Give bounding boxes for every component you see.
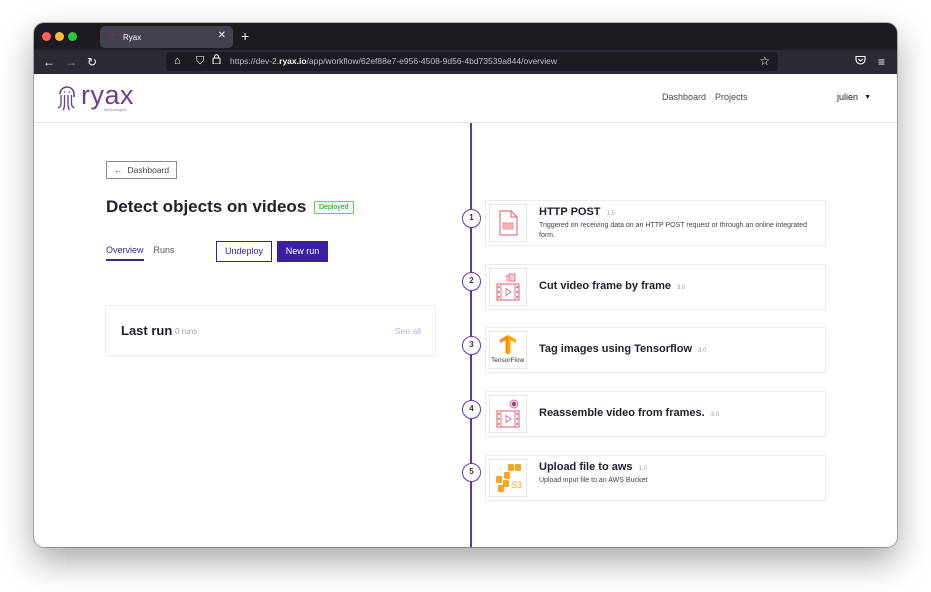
close-window-button[interactable] bbox=[42, 32, 51, 41]
shield-icon[interactable]: ⛉ bbox=[196, 53, 204, 70]
url-prefix: https://dev-2. bbox=[230, 56, 280, 66]
caret-down-icon: ▼ bbox=[864, 93, 871, 101]
url-path: /app/workflow/62ef88e7-e956-4508-9d56-4b… bbox=[306, 56, 558, 66]
reload-icon[interactable]: ↻ bbox=[87, 53, 97, 71]
minimize-window-button[interactable] bbox=[55, 32, 64, 41]
app-header: ryax technologies Dashboard Projects jul… bbox=[34, 74, 897, 123]
step-title: Upload file to aws 1.0 bbox=[539, 461, 647, 473]
last-run-title: Last run bbox=[121, 323, 173, 338]
workflow-tabs: Overview Runs bbox=[106, 245, 175, 261]
step-icon-box: TensorFlow bbox=[489, 331, 527, 369]
step-number-1: 1 bbox=[462, 209, 481, 228]
lock-icon[interactable] bbox=[212, 53, 221, 70]
document-icon bbox=[499, 210, 518, 236]
step-number-2: 2 bbox=[462, 272, 481, 291]
user-menu[interactable]: julien ▼ bbox=[837, 92, 871, 102]
step-title-text: Reassemble video from frames. bbox=[539, 407, 705, 419]
arrow-left-icon: ← bbox=[114, 165, 123, 175]
step-icon-box: S3 bbox=[489, 459, 527, 497]
step-icon-box bbox=[489, 268, 527, 306]
octopus-logo-icon bbox=[57, 86, 75, 111]
back-button-label: Dashboard bbox=[127, 165, 170, 175]
see-all-link[interactable]: See all bbox=[395, 326, 421, 336]
new-run-button[interactable]: New run bbox=[277, 241, 328, 262]
zoom-window-button[interactable] bbox=[68, 32, 77, 41]
forward-arrow-icon[interactable]: → bbox=[65, 53, 77, 71]
workflow-step-tensorflow[interactable]: TensorFlow Tag images using Tensorflow 3.… bbox=[486, 328, 825, 372]
step-version: 3.0 bbox=[677, 285, 686, 291]
tensorflow-label: TensorFlow bbox=[491, 357, 525, 364]
step-icon-box bbox=[489, 395, 527, 433]
page-title: Detect objects on videos bbox=[106, 197, 307, 216]
browser-tab[interactable]: ♡ Ryax ✕ bbox=[100, 26, 233, 48]
logo-wordmark: ryax bbox=[81, 80, 135, 110]
step-icon-box bbox=[489, 204, 527, 242]
browser-navbar: ← → ↻ ⌂ ⛉ https://dev-2.ryax.io/app/work… bbox=[34, 50, 897, 74]
logo-subtext: technologies bbox=[104, 107, 127, 112]
step-number-5: 5 bbox=[462, 463, 481, 482]
tab-overview[interactable]: Overview bbox=[106, 245, 144, 261]
step-title-text: Cut video frame by frame bbox=[539, 280, 672, 292]
ryax-favicon-icon: ♡ bbox=[108, 31, 117, 42]
browser-tabbar: ♡ Ryax ✕ + bbox=[34, 23, 897, 50]
url-bar[interactable]: ⌂ ⛉ https://dev-2.ryax.io/app/workflow/6… bbox=[166, 52, 778, 71]
url-domain: ryax.io bbox=[279, 56, 307, 66]
step-version: 1.5 bbox=[606, 211, 615, 217]
step-title: Reassemble video from frames. 3.0 bbox=[539, 407, 719, 419]
step-version: 1.0 bbox=[638, 466, 647, 472]
workflow-step-cut-video[interactable]: Cut video frame by frame 3.0 bbox=[486, 265, 825, 309]
new-tab-icon[interactable]: + bbox=[241, 26, 249, 46]
tab-runs[interactable]: Runs bbox=[154, 245, 175, 261]
workflow-step-upload-aws[interactable]: S3 Upload file to aws 1.0 Upload input fi… bbox=[486, 456, 825, 500]
pocket-icon[interactable] bbox=[855, 53, 866, 71]
aws-s3-icon: S3 bbox=[496, 464, 522, 492]
step-title-text: Upload file to aws bbox=[539, 461, 633, 473]
last-run-card: Last run 0 runs See all bbox=[106, 306, 435, 355]
step-title-text: Tag images using Tensorflow bbox=[539, 343, 693, 355]
status-badge: Deployed bbox=[314, 201, 354, 214]
bookmark-star-icon[interactable]: ☆ bbox=[759, 53, 770, 70]
browser-window: ♡ Ryax ✕ + ← → ↻ ⌂ ⛉ https://dev-2.ryax.… bbox=[34, 23, 897, 547]
nav-projects-link[interactable]: Projects bbox=[715, 92, 748, 102]
back-to-dashboard-button[interactable]: ← Dashboard bbox=[106, 161, 178, 179]
step-number-3: 3 bbox=[462, 336, 481, 355]
step-title: HTTP POST 1.5 bbox=[539, 206, 615, 218]
workflow-step-http-post[interactable]: HTTP POST 1.5 Triggered on receiving data… bbox=[486, 201, 825, 245]
undeploy-button[interactable]: Undeploy bbox=[216, 241, 272, 262]
last-run-count: 0 runs bbox=[175, 327, 198, 336]
film-record-icon bbox=[496, 399, 520, 428]
url-text[interactable]: https://dev-2.ryax.io/app/workflow/62ef8… bbox=[230, 52, 557, 71]
close-tab-icon[interactable]: ✕ bbox=[218, 30, 226, 42]
home-icon[interactable]: ⌂ bbox=[174, 53, 181, 70]
nav-dashboard-link[interactable]: Dashboard bbox=[662, 92, 706, 102]
top-nav: Dashboard Projects bbox=[662, 92, 748, 102]
step-title-text: HTTP POST bbox=[539, 206, 601, 218]
step-title: Cut video frame by frame 3.0 bbox=[539, 280, 685, 292]
step-description: Triggered on receiving data on an HTTP P… bbox=[539, 222, 807, 239]
step-description: Upload input file to an AWS Bucket bbox=[539, 477, 648, 484]
film-frames-icon bbox=[496, 273, 520, 301]
step-version: 3.0 bbox=[710, 412, 720, 418]
workflow-step-reassemble[interactable]: Reassemble video from frames. 3.0 bbox=[486, 392, 825, 436]
back-arrow-icon[interactable]: ← bbox=[43, 53, 55, 71]
hamburger-menu-icon[interactable]: ≡ bbox=[878, 53, 885, 71]
user-name: julien bbox=[837, 92, 859, 102]
workflow-timeline-line bbox=[470, 123, 472, 547]
step-title: Tag images using Tensorflow 3.0 bbox=[539, 343, 706, 355]
tensorflow-icon bbox=[500, 335, 516, 354]
step-number-4: 4 bbox=[462, 400, 481, 419]
ryax-logo[interactable]: ryax technologies bbox=[56, 80, 135, 113]
aws-s3-label: S3 bbox=[511, 480, 522, 490]
browser-tab-title: Ryax bbox=[123, 32, 142, 42]
step-version: 3.0 bbox=[698, 348, 707, 354]
